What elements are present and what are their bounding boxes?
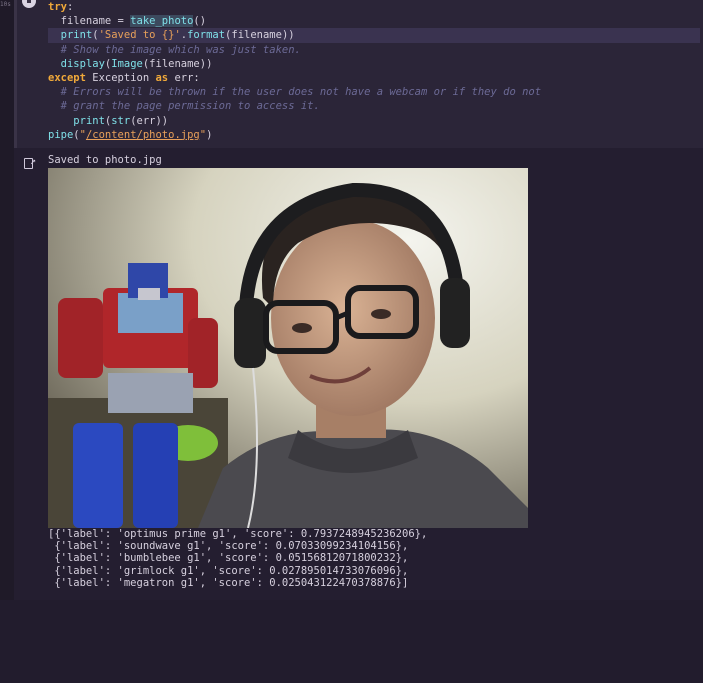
code-token: print [73,114,105,127]
execution-count: 10s [0,1,11,8]
code-token: () [193,15,207,28]
output-redirect-icon[interactable]: ↗ [24,156,36,169]
code-token: # grant the page permission to access it… [48,100,320,113]
code-line[interactable]: try: [48,0,700,14]
code-token: Image [111,57,143,70]
code-token: str [111,114,131,127]
code-token: as [155,71,169,84]
code-token: (err)) [130,114,169,127]
code-line[interactable]: print('Saved to {}'.format(filename)) [48,28,700,43]
notebook-empty-area [0,600,703,683]
code-token: err: [168,71,200,84]
code-token: print [60,29,93,42]
code-token: pipe [48,128,74,141]
code-token: filename = [48,15,131,28]
photo-image [48,168,528,528]
code-token: except [48,71,86,84]
code-token: # Show the image which was just taken. [48,43,301,56]
code-line[interactable]: print(str(err)) [48,114,700,128]
code-line[interactable]: display(Image(filename)) [48,57,700,71]
code-token: format [187,29,226,42]
code-line[interactable]: # Show the image which was just taken. [48,43,700,57]
code-line[interactable]: except Exception as err: [48,71,700,85]
code-line[interactable]: filename = take_photo() [48,14,700,28]
code-line[interactable]: # Errors will be thrown if the user does… [48,85,700,99]
code-token: display [60,57,105,70]
code-token: take_photo [130,15,194,28]
code-token: /content/photo.jpg [85,128,200,141]
result-line: {'label': 'megatron g1', 'score': 0.0250… [48,576,409,589]
code-line[interactable]: # grant the page permission to access it… [48,99,700,113]
code-token: ) [206,128,213,141]
code-token: # Errors will be thrown if the user does… [48,86,542,99]
result-line: {'label': 'grimlock g1', 'score': 0.0278… [48,564,409,577]
result-line: [{'label': 'optimus prime g1', 'score': … [48,528,428,540]
result-line: {'label': 'bumblebee g1', 'score': 0.051… [48,552,409,565]
classification-results: [{'label': 'optimus prime g1', 'score': … [48,528,427,589]
result-line: {'label': 'soundwave g1', 'score': 0.070… [48,540,409,553]
code-editor[interactable]: try: filename = take_photo() print('Save… [48,0,700,142]
code-token: : [66,1,74,13]
code-token: (filename)) [225,29,295,42]
output-saved-text: Saved to photo.jpg [48,154,162,166]
webcam-photo [48,168,528,528]
code-token: 'Saved to {}' [98,29,181,42]
code-token: try [48,1,67,13]
code-token: Exception [85,71,156,84]
cell-gutter: 10s [0,0,14,600]
code-line[interactable]: pipe("/content/photo.jpg") [48,128,700,142]
code-token: (filename)) [142,57,213,70]
